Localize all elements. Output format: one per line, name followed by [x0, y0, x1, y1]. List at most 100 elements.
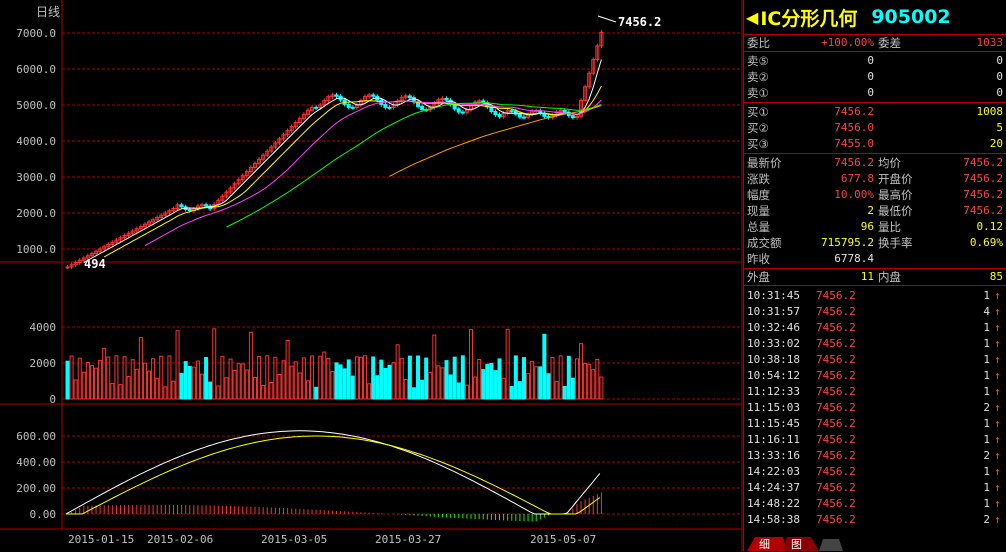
tick-time: 11:12:33 [747, 385, 800, 398]
kline-chart-area[interactable]: 7000.0 6000.0 5000.0 4000.0 3000.0 2000.0 1000… [0, 0, 743, 551]
candle-body [517, 113, 522, 118]
tick-vol: 1 [983, 433, 990, 446]
volume-bar [485, 363, 490, 400]
volume-bar [509, 385, 514, 400]
candle-body [179, 204, 184, 208]
high-price-pointer [597, 15, 617, 23]
volume-bar [248, 331, 253, 400]
volume-axis-label: 2000 [30, 357, 57, 370]
bottom-tabs: 细 图 [743, 533, 1006, 551]
volume-bar [416, 355, 421, 400]
tick-row: 13:33:16 7456.2 2 ↑ [744, 448, 1006, 464]
volume-bar [505, 328, 510, 400]
stats-row: 总量 96 量比 0.12 [747, 220, 1003, 234]
volume-bar [110, 382, 115, 400]
volume-bar [501, 377, 506, 400]
buy-row: 买② 7456.0 5 [747, 121, 1003, 135]
candle-body [187, 209, 192, 212]
up-arrow-icon: ↑ [994, 449, 1001, 462]
tick-time: 13:33:16 [747, 449, 800, 462]
volume-bar [191, 366, 196, 400]
stats-row: 成交额 715795.2 换手率 0.69% [747, 236, 1003, 250]
tick-row: 11:16:11 7456.2 1 ↑ [744, 432, 1006, 448]
candle-body [420, 105, 425, 111]
sell-orders: 卖⑤ 0 0 卖② 0 0 卖① 0 0 [744, 52, 1006, 103]
tick-price: 7456.2 [816, 465, 856, 478]
tick-price: 7456.2 [816, 449, 856, 462]
volume-bar [134, 368, 139, 400]
weibi-value: +100.00% [821, 36, 874, 49]
volume-bar [318, 355, 323, 400]
tick-row: 11:15:03 7456.2 2 ↑ [744, 400, 1006, 416]
volume-bar [526, 373, 531, 400]
tick-vol: 1 [983, 321, 990, 334]
instrument-code: 905002 [871, 6, 951, 28]
tick-vol: 1 [983, 337, 990, 350]
volume-bar [558, 355, 563, 400]
tick-vol: 1 [983, 353, 990, 366]
macd-dea-line [66, 435, 601, 515]
volume-bar [240, 363, 245, 400]
quote-title: ◀ IC分形几何 905002 [744, 0, 1006, 35]
tick-time: 11:15:45 [747, 417, 800, 430]
up-arrow-icon: ↑ [994, 321, 1001, 334]
volume-bar [89, 365, 94, 400]
tick-vol: 1 [983, 417, 990, 430]
stats-row: 涨跌 677.8 开盘价 7456.2 [747, 172, 1003, 186]
macd-axis-label: 600.00 [16, 430, 56, 443]
candle-body [371, 94, 376, 97]
tick-price: 7456.2 [816, 353, 856, 366]
tick-time: 14:24:37 [747, 481, 800, 494]
volume-bar [204, 356, 209, 400]
volume-bar [151, 358, 156, 400]
volume-bar [481, 369, 486, 400]
volume-bar [363, 355, 368, 400]
tick-row: 14:58:38 7456.2 2 ↑ [744, 512, 1006, 528]
stats-row: 现量 2 最低价 7456.2 [747, 204, 1003, 218]
candle-body [509, 110, 514, 113]
dropdown-arrow-icon[interactable]: ◀ [746, 8, 758, 27]
volume-bar [473, 376, 478, 400]
sell-row: 卖② 0 0 [747, 70, 1003, 84]
volume-bar [252, 376, 257, 400]
tick-price: 7456.2 [816, 497, 856, 510]
volume-bar [599, 376, 604, 400]
volume-bar [448, 374, 453, 400]
tick-price: 7456.2 [816, 513, 856, 526]
volume-bar [460, 355, 465, 400]
volume-bar [424, 357, 429, 400]
macd-axis-label: 400.00 [16, 456, 56, 469]
kline-chart-svg[interactable]: 7000.0 6000.0 5000.0 4000.0 3000.0 2000.0 1000… [0, 0, 743, 551]
tick-price: 7456.2 [816, 289, 856, 302]
weicha-label: 委差 [878, 36, 901, 50]
period-label[interactable]: 日线 [36, 3, 60, 20]
volume-bar [574, 358, 579, 400]
tick-row: 10:38:18 7456.2 1 ↑ [744, 352, 1006, 368]
price-axis-label: 2000.0 [16, 207, 56, 220]
volume-bar [444, 360, 449, 400]
price-axis-label: 4000.0 [16, 135, 56, 148]
volume-bar [147, 370, 152, 400]
tick-row: 10:54:12 7456.2 1 ↑ [744, 368, 1006, 384]
date-axis-label: 2015-03-05 [261, 533, 327, 546]
volume-bar [452, 356, 457, 400]
waipan-neipan-row: 外盘 11 内盘 85 [744, 269, 1006, 286]
tick-time: 11:16:11 [747, 433, 800, 446]
tick-vol: 4 [983, 305, 990, 318]
volume-bar [232, 369, 237, 400]
volume-bar [371, 356, 376, 400]
volume-bar [530, 360, 535, 400]
volume-bar [142, 362, 147, 400]
volume-bar [159, 355, 164, 400]
tick-list[interactable]: 10:31:45 7456.2 1 ↑ 10:31:57 7456.2 4 ↑ 10:32:46… [744, 286, 1006, 528]
tick-time: 10:32:46 [747, 321, 800, 334]
volume-bar [517, 381, 522, 400]
tab-detail[interactable]: 细 [759, 536, 770, 552]
volume-bar [326, 358, 331, 400]
tab-chart[interactable]: 图 [791, 536, 802, 552]
volume-bar [570, 377, 575, 400]
volume-bar [456, 382, 461, 400]
volume-bar [546, 373, 551, 400]
volume-bar [432, 334, 437, 400]
candle-body [562, 109, 567, 113]
